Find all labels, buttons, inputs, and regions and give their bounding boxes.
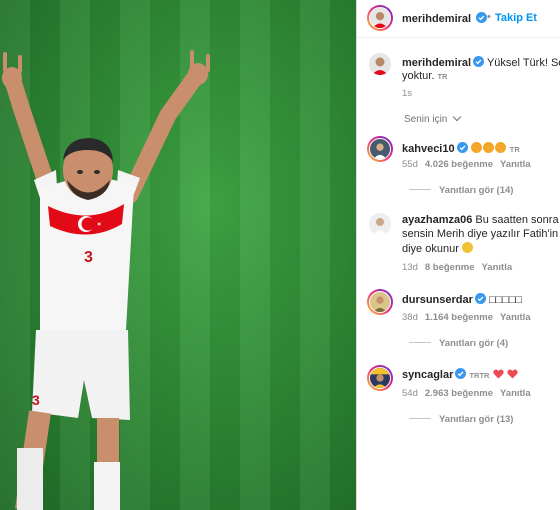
- comment-age: 55d: [402, 159, 418, 170]
- caption-language-tag: TR: [437, 72, 448, 81]
- comment-meta: 55d 4.026 beğenme Yanıtla: [402, 159, 531, 170]
- comment-avatar[interactable]: [369, 213, 391, 235]
- comment-avatar[interactable]: [369, 138, 391, 160]
- view-replies-button[interactable]: Yanıtları gör (4): [409, 338, 508, 349]
- separator-dot: •: [487, 11, 491, 23]
- comment-username[interactable]: kahveci10: [402, 143, 455, 155]
- comment-text-line-3: diye okunur: [402, 242, 474, 255]
- comment-age: 13d: [402, 262, 418, 273]
- caption-text: Yüksel Türk! Senin: [486, 57, 560, 69]
- comment-line: dursunserdar □□□□□: [402, 293, 522, 306]
- comment-line: syncaglar TRTR: [402, 368, 518, 381]
- like-count[interactable]: 4.026 beğenme: [425, 159, 493, 170]
- comment-meta: 13d 8 beğenme Yanıtla: [402, 262, 512, 273]
- like-count[interactable]: 2.963 beğenme: [425, 388, 493, 399]
- verified-badge-icon: [456, 142, 468, 153]
- comment-line: kahveci10 TR: [402, 142, 520, 155]
- comment-line: ayazhamza06 Bu saatten sonra n: [402, 214, 560, 226]
- reply-button[interactable]: Yanıtla: [500, 388, 531, 399]
- comment-age: 38d: [402, 312, 418, 323]
- heart-emoji-icon: [506, 369, 518, 379]
- comment-username[interactable]: syncaglar: [402, 369, 453, 381]
- sort-label: Senin için: [404, 114, 448, 125]
- verified-badge-icon: [476, 12, 488, 23]
- comment-username[interactable]: ayazhamza06: [402, 214, 472, 226]
- face-emoji-icon: [494, 142, 506, 153]
- reply-button[interactable]: Yanıtla: [500, 159, 531, 170]
- view-replies-button[interactable]: Yanıtları gör (13): [409, 414, 513, 425]
- chevron-down-icon: [452, 112, 462, 122]
- comment-text-cont: diye okunur: [402, 243, 459, 255]
- caption-line-2: yoktur. TR: [402, 70, 447, 82]
- caption-text-cont: yoktur.: [402, 70, 435, 82]
- author-username[interactable]: merihdemiral: [402, 12, 488, 25]
- svg-text:3: 3: [32, 392, 40, 408]
- comment-text: Bu saatten sonra n: [475, 214, 560, 226]
- reply-button[interactable]: Yanıtla: [482, 262, 513, 273]
- language-tag: TR: [509, 145, 520, 154]
- verified-badge-icon: [455, 368, 467, 379]
- follow-button[interactable]: Takip Et: [495, 12, 537, 24]
- sort-dropdown[interactable]: Senin için: [404, 112, 462, 125]
- comment-username[interactable]: dursunserdar: [402, 294, 473, 306]
- face-emoji-icon: [482, 142, 494, 153]
- view-replies-button[interactable]: Yanıtları gör (14): [409, 185, 513, 196]
- caption-line-1: merihdemiral Yüksel Türk! Senin: [402, 56, 560, 69]
- comment-age: 54d: [402, 388, 418, 399]
- post-header: merihdemiral • Takip Et: [357, 0, 560, 38]
- language-tag: TR: [479, 371, 490, 380]
- caption-avatar[interactable]: [369, 53, 391, 75]
- reply-button[interactable]: Yanıtla: [500, 312, 531, 323]
- comment-avatar[interactable]: [369, 367, 391, 389]
- comment-meta: 54d 2.963 beğenme Yanıtla: [402, 388, 531, 399]
- comment-text-line-2: sensin Merih diye yazılır Fatih'in A: [402, 228, 560, 240]
- face-emoji-icon: [470, 142, 482, 153]
- comment-text: □□□□□: [488, 294, 523, 306]
- left-hand: [2, 52, 22, 89]
- verified-badge-icon: [473, 56, 485, 67]
- language-tag: TR: [469, 371, 480, 380]
- caption-age: 1s: [402, 88, 413, 99]
- right-hand: [188, 50, 210, 85]
- post-image[interactable]: 3 3: [0, 0, 356, 510]
- verified-badge-icon: [474, 293, 486, 304]
- jersey-number: 3: [84, 249, 93, 266]
- heart-emoji-icon: [492, 369, 504, 379]
- comment-meta: 38d 1.164 beğenme Yanıtla: [402, 312, 531, 323]
- author-avatar[interactable]: [369, 7, 391, 29]
- clapping-hands-emoji-icon: [461, 242, 473, 253]
- player-illustration: 3 3: [2, 50, 210, 510]
- like-count[interactable]: 1.164 beğenme: [425, 312, 493, 323]
- comment-avatar[interactable]: [369, 291, 391, 313]
- like-count[interactable]: 8 beğenme: [425, 262, 475, 273]
- caption-username[interactable]: merihdemiral: [402, 57, 471, 69]
- comments-panel: merihdemiral • Takip Et merihdemiral Yük…: [356, 0, 560, 510]
